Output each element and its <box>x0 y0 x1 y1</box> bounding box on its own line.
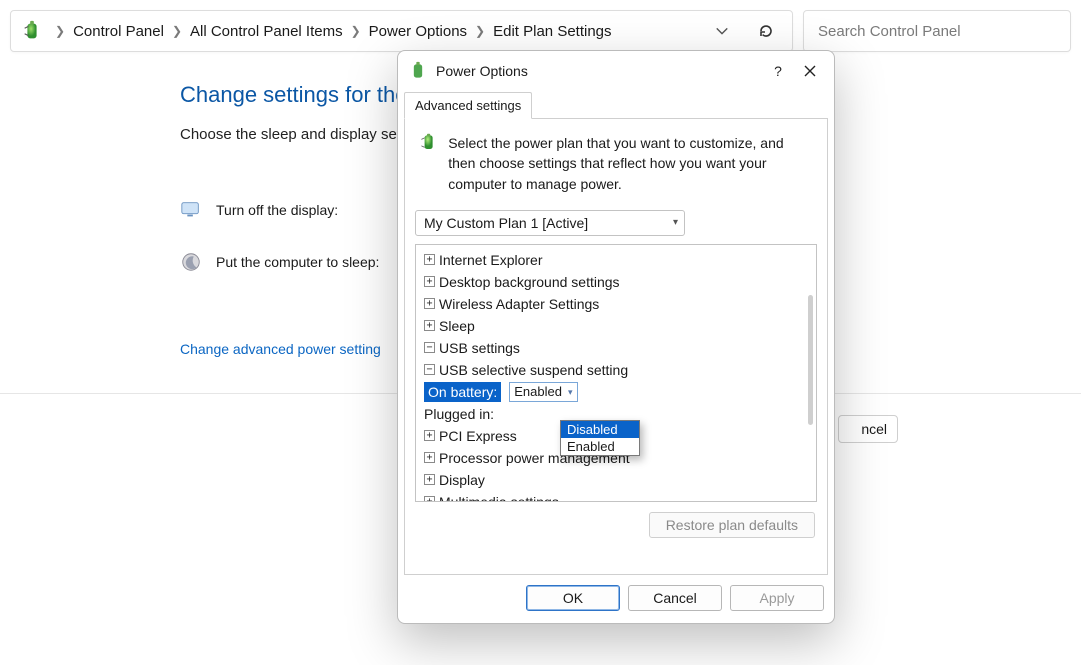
tree-node-usb-suspend[interactable]: −USB selective suspend setting <box>418 359 814 381</box>
power-plan-icon <box>408 61 428 81</box>
row-label: Put the computer to sleep: <box>216 254 379 270</box>
collapse-icon[interactable]: − <box>424 364 435 375</box>
dialog-intro-text: Select the power plan that you want to c… <box>448 133 813 194</box>
on-battery-label: On battery: <box>424 382 501 402</box>
dropdown-list[interactable]: Disabled Enabled <box>560 420 640 456</box>
expand-icon[interactable]: + <box>424 430 435 441</box>
address-bar[interactable]: ❯ Control Panel ❯ All Control Panel Item… <box>10 10 793 52</box>
breadcrumb-item[interactable]: Edit Plan Settings <box>493 23 611 40</box>
restore-defaults-button[interactable]: Restore plan defaults <box>649 512 815 538</box>
breadcrumb-item[interactable]: Control Panel <box>73 23 164 40</box>
tree-node-multimedia[interactable]: +Multimedia settings <box>418 491 814 501</box>
tree-node-ie[interactable]: +Internet Explorer <box>418 249 814 271</box>
settings-tree[interactable]: +Internet Explorer +Desktop background s… <box>416 245 816 501</box>
plugged-in-label: Plugged in: <box>424 404 494 424</box>
cancel-button-background[interactable]: ncel <box>838 415 898 443</box>
combo-value: My Custom Plan 1 [Active] <box>424 215 588 231</box>
on-battery-combo[interactable]: Enabled ▾ <box>509 382 577 402</box>
chevron-right-icon: ❯ <box>473 24 487 38</box>
cancel-button[interactable]: Cancel <box>628 585 722 611</box>
tree-node-wireless[interactable]: +Wireless Adapter Settings <box>418 293 814 315</box>
tree-node-on-battery[interactable]: On battery: Enabled ▾ <box>418 381 814 403</box>
tree-node-display[interactable]: +Display <box>418 469 814 491</box>
battery-icon <box>419 133 438 177</box>
tab-advanced-settings[interactable]: Advanced settings <box>404 92 532 119</box>
search-box[interactable] <box>803 10 1071 52</box>
expand-icon[interactable]: + <box>424 496 435 501</box>
expand-icon[interactable]: + <box>424 254 435 265</box>
expand-icon[interactable]: + <box>424 276 435 287</box>
expand-icon[interactable]: + <box>424 452 435 463</box>
chevron-right-icon: ❯ <box>349 24 363 38</box>
chevron-right-icon: ❯ <box>53 24 67 38</box>
dialog-title: Power Options <box>436 63 762 79</box>
power-plan-icon <box>21 20 43 42</box>
chevron-down-icon: ▾ <box>673 217 678 228</box>
power-plan-combo[interactable]: My Custom Plan 1 [Active] ▾ <box>415 210 685 236</box>
dropdown-option-enabled[interactable]: Enabled <box>561 438 639 455</box>
apply-button[interactable]: Apply <box>730 585 824 611</box>
expand-icon[interactable]: + <box>424 474 435 485</box>
combo-value: Enabled <box>514 382 562 402</box>
link-advanced-settings[interactable]: Change advanced power setting <box>180 341 381 357</box>
breadcrumb: ❯ Control Panel ❯ All Control Panel Item… <box>53 23 702 40</box>
moon-icon <box>180 251 202 273</box>
tree-node-desktop-bg[interactable]: +Desktop background settings <box>418 271 814 293</box>
chevron-down-icon: ▾ <box>568 382 573 402</box>
expand-icon[interactable]: + <box>424 320 435 331</box>
display-icon <box>180 199 202 221</box>
search-input[interactable] <box>816 22 1058 41</box>
chevron-right-icon: ❯ <box>170 24 184 38</box>
row-label: Turn off the display: <box>216 202 338 218</box>
refresh-icon[interactable] <box>756 21 776 41</box>
help-button[interactable]: ? <box>762 57 794 85</box>
scrollbar-thumb[interactable] <box>808 295 813 425</box>
ok-button[interactable]: OK <box>526 585 620 611</box>
close-button[interactable] <box>794 57 826 85</box>
breadcrumb-item[interactable]: All Control Panel Items <box>190 23 343 40</box>
collapse-icon[interactable]: − <box>424 342 435 353</box>
tree-node-usb[interactable]: −USB settings <box>418 337 814 359</box>
tree-node-sleep[interactable]: +Sleep <box>418 315 814 337</box>
history-dropdown-icon[interactable] <box>712 21 732 41</box>
breadcrumb-item[interactable]: Power Options <box>369 23 467 40</box>
expand-icon[interactable]: + <box>424 298 435 309</box>
dropdown-option-disabled[interactable]: Disabled <box>561 421 639 438</box>
power-options-dialog: Power Options ? Advanced settings Select… <box>397 50 835 624</box>
